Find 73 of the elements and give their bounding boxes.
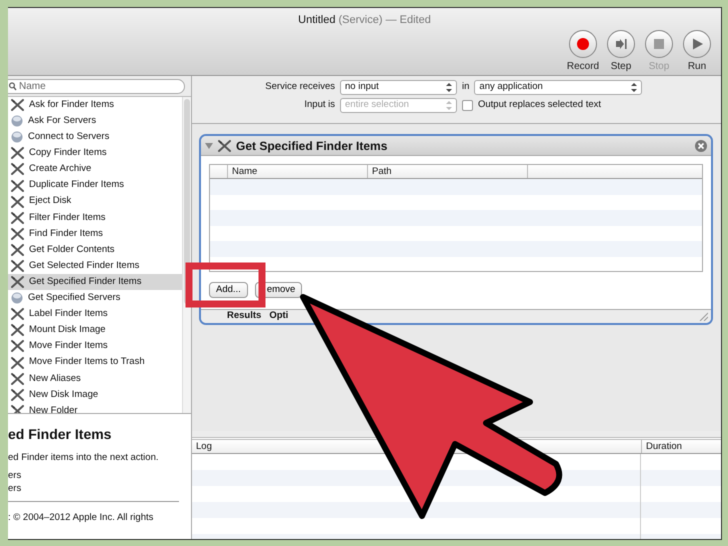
action-title: Get Specified Finder Items xyxy=(236,138,388,154)
search-field[interactable]: Name xyxy=(8,79,185,94)
action-item[interactable]: Ask for Finder Items xyxy=(8,97,182,114)
action-item[interactable]: New Aliases xyxy=(8,370,182,387)
action-item[interactable]: Get Specified Finder Items xyxy=(8,274,182,290)
action-item[interactable]: Connect to Servers xyxy=(8,129,182,146)
checkbox-label: Output replaces selected text xyxy=(478,98,602,112)
tools-icon xyxy=(218,140,231,152)
action-item[interactable]: Get Folder Contents xyxy=(8,242,182,258)
tools-icon xyxy=(11,404,24,413)
stepper-icon xyxy=(631,83,638,92)
field-label: Service receives xyxy=(264,80,335,94)
copyright-text: : © 2004–2012 Apple Inc. All rights xyxy=(8,511,154,524)
globe-icon xyxy=(11,115,23,128)
action-item[interactable]: Duplicate Finder Items xyxy=(8,177,182,194)
record-icon xyxy=(576,37,590,51)
action-item[interactable]: New Disk Image xyxy=(8,386,182,403)
description-title: ed Finder Items xyxy=(8,425,112,444)
tools-icon xyxy=(11,388,24,401)
window-title: Untitled (Service) — Edited xyxy=(297,13,432,28)
stepper-icon xyxy=(446,83,452,92)
action-item[interactable]: Ask For Servers xyxy=(8,113,182,130)
tools-icon xyxy=(11,163,24,176)
tools-icon xyxy=(11,212,24,224)
run-icon xyxy=(690,37,704,51)
globe-icon xyxy=(11,131,23,144)
column-header: Path xyxy=(367,165,527,178)
tools-icon xyxy=(11,276,24,288)
tab[interactable]: Results xyxy=(227,309,262,323)
description-text: ed Finder items into the next action. xyxy=(8,451,160,464)
tools-icon xyxy=(11,196,24,208)
step-icon xyxy=(614,37,628,51)
action-item[interactable]: Get Specified Servers xyxy=(8,290,182,306)
action-item[interactable]: Move Finder Items to Trash xyxy=(8,354,182,371)
tab[interactable]: Opti xyxy=(269,309,288,323)
add-button[interactable]: Add... xyxy=(209,282,248,298)
tools-icon xyxy=(11,308,24,320)
tools-icon xyxy=(11,340,24,352)
action-item[interactable]: New Folder xyxy=(8,402,182,413)
action-item[interactable]: Create Archive xyxy=(8,161,182,178)
globe-icon xyxy=(11,292,23,304)
column-header: Duration xyxy=(641,440,721,453)
field-label: Input is xyxy=(303,98,335,112)
action-item[interactable]: Move Finder Items xyxy=(8,338,182,354)
column-header: Name xyxy=(227,165,367,178)
action-item[interactable]: Mount Disk Image xyxy=(8,322,182,338)
checkbox[interactable] xyxy=(462,100,473,111)
tools-icon xyxy=(11,99,24,112)
action-item[interactable]: Find Finder Items xyxy=(8,226,182,242)
action-item[interactable]: Copy Finder Items xyxy=(8,145,182,162)
description-line: ers xyxy=(8,482,22,495)
application-popup[interactable]: any application xyxy=(474,80,642,95)
action-item[interactable]: Label Finder Items xyxy=(8,306,182,322)
tools-icon xyxy=(11,180,24,192)
action-item[interactable]: Get Selected Finder Items xyxy=(8,258,182,274)
action-item[interactable]: Filter Finder Items xyxy=(8,210,182,226)
tools-icon xyxy=(11,260,24,272)
action-item[interactable]: Eject Disk xyxy=(8,194,182,210)
tools-icon xyxy=(11,228,24,240)
tools-icon xyxy=(11,356,24,369)
resize-grip-icon[interactable] xyxy=(699,312,708,321)
tools-icon xyxy=(11,147,24,160)
tools-icon xyxy=(11,324,24,336)
stepper-icon xyxy=(446,101,452,110)
description-line: ers xyxy=(8,469,22,482)
input-type-popup[interactable]: no input xyxy=(340,80,457,95)
tools-icon xyxy=(11,244,24,256)
stop-icon xyxy=(652,37,666,51)
field-label: in xyxy=(462,80,470,94)
disclosure-triangle-icon[interactable] xyxy=(205,142,213,150)
tools-icon xyxy=(11,372,24,385)
close-icon[interactable] xyxy=(695,140,707,152)
column-header: Log xyxy=(195,440,213,453)
